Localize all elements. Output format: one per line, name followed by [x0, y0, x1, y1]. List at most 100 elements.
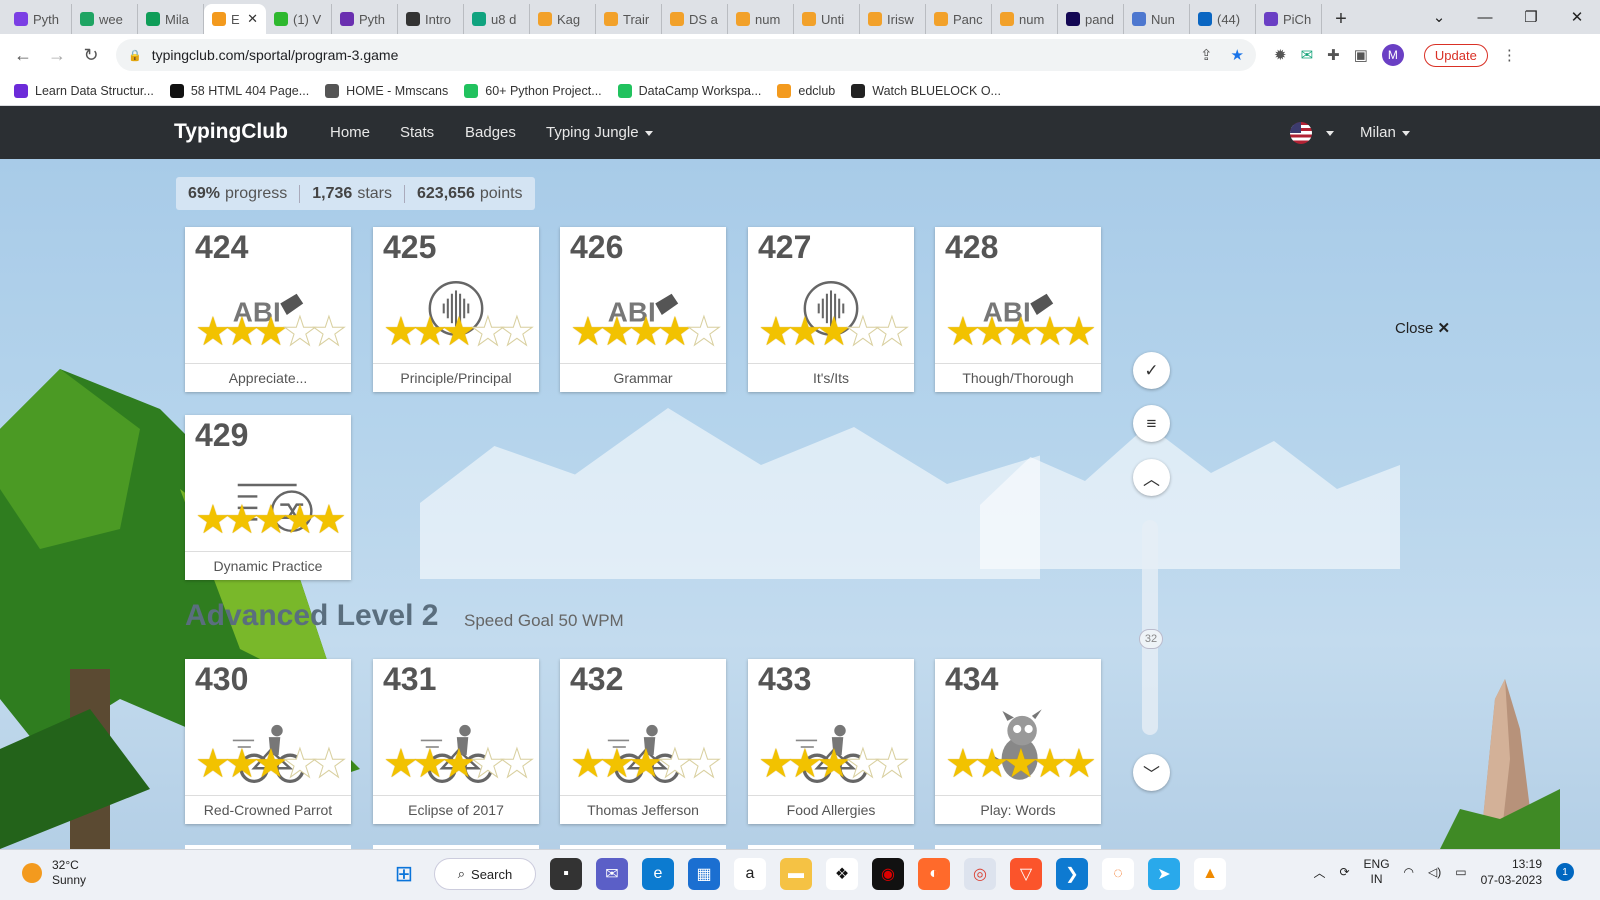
browser-tab[interactable]: pand — [1058, 4, 1124, 34]
update-button[interactable]: Update — [1423, 43, 1488, 67]
lesson-card[interactable]: 427 ★ ★ ★ ★ ★ It's/Its — [748, 227, 914, 392]
clock[interactable]: 13:19 07-03-2023 — [1481, 856, 1542, 888]
extension-mail-icon[interactable]: ✉ — [1301, 46, 1314, 64]
windows-start-icon[interactable]: ⊞ — [388, 858, 420, 890]
nav-stats[interactable]: Stats — [400, 124, 434, 141]
firefox-icon[interactable]: ◐ — [918, 858, 950, 890]
lesson-card[interactable]: 433 ★ ★ ★ ★ ★ Food Allergies — [748, 659, 914, 824]
lesson-card[interactable]: 424 ABI ★ ★ ★ ★ ★ Appreciate... — [185, 227, 351, 392]
lesson-card[interactable]: 429 ★ ★ ★ ★ ★ Dynamic Practice — [185, 415, 351, 580]
chrome-icon[interactable]: ◎ — [964, 858, 996, 890]
browser-tab[interactable]: (1) V — [266, 4, 332, 34]
amazon-icon[interactable]: a — [734, 858, 766, 890]
browser-tab[interactable]: Pyth — [6, 4, 72, 34]
browser-tab[interactable]: Trair — [596, 4, 662, 34]
browser-tab[interactable]: Mila — [138, 4, 204, 34]
restore-button[interactable]: ❐ — [1508, 0, 1554, 34]
nav-home[interactable]: Home — [330, 124, 370, 141]
bookmark-item[interactable]: Watch BLUELOCK O... — [851, 83, 1001, 98]
wifi-icon[interactable]: ◠ — [1404, 865, 1414, 879]
volume-icon[interactable]: ◁) — [1428, 865, 1441, 879]
lesson-card[interactable]: 425 ★ ★ ★ ★ ★ Principle/Principal — [373, 227, 539, 392]
bookmark-item[interactable]: HOME - Mmscans — [325, 83, 448, 98]
teams-chat-icon[interactable]: ✉ — [596, 858, 628, 890]
bookmark-item[interactable]: Learn Data Structur... — [14, 83, 154, 98]
reload-button[interactable]: ↻ — [76, 40, 106, 70]
language-indicator[interactable]: ENG IN — [1364, 857, 1390, 887]
close-button[interactable]: Close ✕ — [1395, 319, 1450, 337]
jupyter-icon[interactable]: ◌ — [1102, 858, 1134, 890]
taskbar-search[interactable]: ⌕ Search — [434, 858, 536, 890]
puzzle-icon[interactable]: ✚ — [1327, 46, 1340, 64]
lesson-card[interactable]: 431 ★ ★ ★ ★ ★ Eclipse of 2017 — [373, 659, 539, 824]
bookmark-star-icon[interactable]: ★ — [1231, 46, 1244, 64]
bookmark-item[interactable]: 60+ Python Project... — [464, 83, 602, 98]
browser-tab[interactable]: num — [992, 4, 1058, 34]
lesson-card[interactable]: 430 ★ ★ ★ ★ ★ Red-Crowned Parrot — [185, 659, 351, 824]
dropbox-icon[interactable]: ❖ — [826, 858, 858, 890]
browser-tab[interactable]: Panc — [926, 4, 992, 34]
share-icon[interactable]: ⇪ — [1200, 46, 1213, 64]
nav-badges[interactable]: Badges — [465, 124, 516, 141]
close-window-button[interactable]: ✕ — [1554, 0, 1600, 34]
lesson-scrollbar[interactable] — [1142, 520, 1158, 735]
scroll-down-icon[interactable]: ﹀ — [1133, 754, 1170, 791]
lesson-card[interactable]: 432 ★ ★ ★ ★ ★ Thomas Jefferson — [560, 659, 726, 824]
weather-widget[interactable]: 32°C Sunny — [22, 858, 86, 888]
bookmark-item[interactable]: DataCamp Workspa... — [617, 83, 761, 98]
browser-tab[interactable]: Pyth — [332, 4, 398, 34]
sync-icon[interactable]: ⟳ — [1339, 865, 1349, 879]
task-view-icon[interactable]: ▪ — [550, 858, 582, 890]
check-circle-icon[interactable]: ✓ — [1133, 352, 1170, 389]
browser-tab[interactable]: E ✕ — [204, 4, 266, 34]
browser-tab[interactable]: Kag — [530, 4, 596, 34]
browser-tab[interactable]: num — [728, 4, 794, 34]
notification-badge[interactable]: 1 — [1556, 863, 1574, 881]
tab-close-icon[interactable]: ✕ — [247, 11, 258, 27]
menu-kebab-icon[interactable]: ⋮ — [1502, 46, 1517, 64]
scroll-thumb[interactable]: 32 — [1139, 629, 1163, 649]
browser-tab[interactable]: wee — [72, 4, 138, 34]
language-flag-icon[interactable] — [1290, 122, 1312, 144]
bookmark-item[interactable]: 58 HTML 404 Page... — [169, 83, 309, 98]
browser-tab[interactable]: Irisw — [860, 4, 926, 34]
store-icon[interactable]: ▦ — [688, 858, 720, 890]
file-explorer-icon[interactable]: ▬ — [780, 858, 812, 890]
browser-tab[interactable]: PiCh — [1256, 4, 1322, 34]
menu-list-icon[interactable]: ≡ — [1133, 405, 1170, 442]
game-launcher-icon[interactable]: ◉ — [872, 858, 904, 890]
site-logo[interactable]: TypingClub — [174, 120, 288, 144]
browser-tab[interactable]: Unti — [794, 4, 860, 34]
brave-icon[interactable]: ▽ — [1010, 858, 1042, 890]
side-panel-icon[interactable]: ▣ — [1354, 46, 1368, 64]
cloud-decoration — [980, 425, 1400, 569]
chevron-up-icon[interactable]: ︿ — [1313, 864, 1325, 881]
user-menu[interactable]: Milan — [1360, 124, 1410, 141]
browser-tab[interactable]: Nun — [1124, 4, 1190, 34]
browser-tab[interactable]: (44) — [1190, 4, 1256, 34]
back-button[interactable]: ← — [8, 40, 38, 70]
bookmark-item[interactable]: edclub — [777, 83, 835, 98]
new-tab-button[interactable]: + — [1326, 4, 1356, 34]
scroll-up-icon[interactable]: ︿ — [1133, 459, 1170, 496]
lesson-card[interactable]: 434 ★ ★ ★ ★ ★ Play: Words — [935, 659, 1101, 824]
minimize-button[interactable]: — — [1462, 0, 1508, 34]
language-chevron-down-icon[interactable] — [1326, 131, 1334, 136]
battery-icon[interactable]: ▭ — [1455, 865, 1466, 879]
address-bar[interactable]: 🔒 typingclub.com/sportal/program-3.game … — [116, 39, 1256, 71]
telegram-icon[interactable]: ➤ — [1148, 858, 1180, 890]
lock-icon[interactable]: 🔒 — [128, 49, 142, 62]
browser-tab[interactable]: Intro — [398, 4, 464, 34]
lesson-card[interactable]: 426 ABI ★ ★ ★ ★ ★ Grammar — [560, 227, 726, 392]
vscode-icon[interactable]: ❯ — [1056, 858, 1088, 890]
edge-icon[interactable]: e — [642, 858, 674, 890]
tab-search-icon[interactable]: ⌄ — [1416, 0, 1462, 34]
nav-typing-jungle[interactable]: Typing Jungle — [546, 124, 653, 141]
vlc-icon[interactable]: ▲ — [1194, 858, 1226, 890]
browser-tab[interactable]: u8 d — [464, 4, 530, 34]
lesson-card[interactable]: 428 ABI ★ ★ ★ ★ ★ Though/Thorough — [935, 227, 1101, 392]
profile-avatar[interactable]: M — [1381, 44, 1404, 66]
forward-button[interactable]: → — [42, 40, 72, 70]
extension-icon[interactable]: ✹ — [1274, 46, 1287, 64]
browser-tab[interactable]: DS a — [662, 4, 728, 34]
